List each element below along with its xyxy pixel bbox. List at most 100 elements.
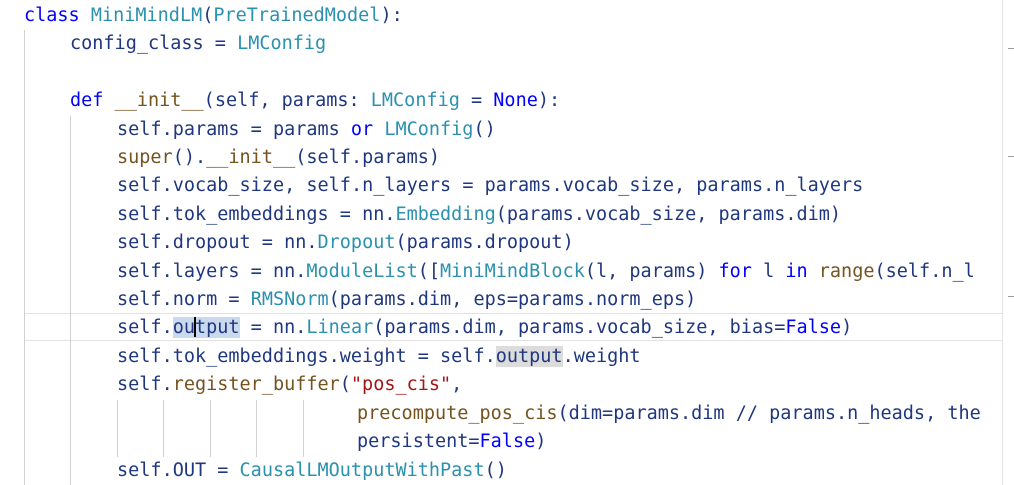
identifier-token: l bbox=[763, 261, 775, 282]
identifier-token: self bbox=[117, 204, 162, 225]
punctuation-token: ( bbox=[328, 289, 340, 310]
punctuation-token: , bbox=[696, 204, 719, 225]
punctuation-token: ) bbox=[841, 317, 853, 338]
punctuation-token: ( bbox=[495, 204, 507, 225]
identifier-token: n_layers bbox=[774, 175, 864, 196]
identifier-token: params bbox=[362, 147, 429, 168]
punctuation-token: = bbox=[206, 460, 240, 481]
identifier-token: n_layers bbox=[362, 175, 452, 196]
code-editor[interactable]: class MiniMindLM(PreTrainedModel): confi… bbox=[0, 0, 1002, 485]
function-name-token: precompute_pos_cis bbox=[357, 403, 558, 424]
punctuation-token: ) bbox=[562, 232, 574, 253]
identifier-token: self bbox=[117, 346, 162, 367]
punctuation-token: . bbox=[763, 175, 775, 196]
identifier-token: tok_embeddings bbox=[172, 204, 329, 225]
punctuation-token: () bbox=[473, 119, 496, 140]
code-line[interactable]: self.layers = nn.ModuleList([MiniMindBlo… bbox=[117, 258, 975, 287]
punctuation-token: , bbox=[607, 261, 630, 282]
punctuation-token: ) bbox=[685, 289, 697, 310]
code-line[interactable]: self.register_buffer("pos_cis", bbox=[117, 371, 462, 400]
keyword-token: False bbox=[785, 317, 842, 338]
punctuation-token: . bbox=[680, 403, 692, 424]
identifier-token: params bbox=[613, 403, 681, 424]
code-line[interactable]: self.params = params or LMConfig() bbox=[117, 116, 496, 145]
punctuation-token bbox=[373, 119, 384, 140]
punctuation-token: . bbox=[384, 204, 396, 225]
identifier-token: params bbox=[518, 289, 585, 310]
identifier-token: params bbox=[506, 204, 574, 225]
punctuation-token: = bbox=[239, 317, 273, 338]
code-line[interactable]: precompute_pos_cis(dim=params.dim // par… bbox=[357, 400, 981, 429]
punctuation-token: ): bbox=[537, 90, 561, 111]
punctuation-token: , bbox=[925, 403, 948, 424]
punctuation-token: ) bbox=[535, 431, 547, 452]
code-line[interactable]: super().__init__(self.params) bbox=[117, 144, 440, 173]
identifier-token: vocab_size bbox=[596, 317, 708, 338]
code-line[interactable]: self.tok_embeddings = nn.Embedding(param… bbox=[117, 201, 841, 230]
identifier-token: params bbox=[406, 232, 474, 253]
identifier-token: vocab_size bbox=[172, 175, 285, 196]
punctuation-token: , bbox=[284, 175, 307, 196]
punctuation-token: . bbox=[306, 232, 318, 253]
identifier-token: params bbox=[484, 175, 552, 196]
punctuation-token: = bbox=[239, 261, 273, 282]
punctuation-token: ( bbox=[373, 317, 385, 338]
punctuation-token: . bbox=[295, 261, 307, 282]
identifier-token: norm_eps bbox=[596, 289, 686, 310]
identifier-token: self bbox=[117, 261, 162, 282]
class-name-token: PreTrainedModel bbox=[213, 5, 381, 26]
identifier-token: params bbox=[629, 261, 697, 282]
code-line[interactable]: self.tok_embeddings.weight = self.output… bbox=[117, 343, 641, 372]
punctuation-token: ( bbox=[874, 261, 886, 282]
keyword-token: def bbox=[70, 90, 104, 111]
code-line[interactable]: self.vocab_size, self.n_layers = params.… bbox=[117, 172, 863, 201]
punctuation-token bbox=[808, 261, 819, 282]
scrollbar-marker bbox=[1008, 48, 1014, 49]
punctuation-token: . bbox=[350, 147, 363, 168]
punctuation-token: ) bbox=[428, 147, 441, 168]
identifier-token: dim bbox=[796, 204, 830, 225]
punctuation-token: = bbox=[217, 289, 251, 310]
punctuation-token: ( bbox=[202, 5, 214, 26]
function-name-token: __init__ bbox=[114, 90, 204, 111]
identifier-token: params bbox=[518, 317, 585, 338]
scrollbar-marker bbox=[1008, 296, 1014, 297]
punctuation-token: . bbox=[584, 317, 596, 338]
punctuation-token: . bbox=[562, 346, 574, 367]
class-name-token: RMSNorm bbox=[250, 289, 329, 310]
punctuation-token: ( bbox=[395, 232, 407, 253]
code-line[interactable]: class MiniMindLM(PreTrainedModel): bbox=[24, 2, 403, 31]
code-line[interactable]: def __init__(self, params: LMConfig = No… bbox=[70, 87, 560, 116]
punctuation-token: // bbox=[724, 403, 770, 424]
code-line[interactable]: self.OUT = CausalLMOutputWithPast() bbox=[117, 457, 507, 485]
keyword-token: for bbox=[718, 261, 752, 282]
vertical-scrollbar[interactable] bbox=[1002, 0, 1014, 485]
code-line[interactable]: config_class = LMConfig bbox=[70, 30, 326, 59]
code-line[interactable]: self.output = nn.Linear(params.dim, para… bbox=[117, 314, 852, 343]
class-name-token: MiniMindLM bbox=[90, 5, 203, 26]
code-line[interactable]: persistent=False) bbox=[357, 428, 546, 457]
punctuation-token: , bbox=[259, 90, 282, 111]
code-line[interactable]: self.norm = RMSNorm(params.dim, eps=para… bbox=[117, 286, 696, 315]
punctuation-token bbox=[80, 5, 91, 26]
code-line[interactable]: self.dropout = nn.Dropout(params.dropout… bbox=[117, 229, 574, 258]
identifier-token: norm bbox=[172, 289, 218, 310]
punctuation-token: = bbox=[250, 232, 285, 253]
punctuation-token: . bbox=[406, 289, 418, 310]
identifier-token: self bbox=[306, 147, 351, 168]
identifier-token: nn bbox=[284, 232, 307, 253]
punctuation-token: , bbox=[673, 175, 697, 196]
punctuation-token: . bbox=[484, 346, 496, 367]
identifier-token: self bbox=[117, 119, 162, 140]
function-name-token: range bbox=[818, 261, 875, 282]
punctuation-token: . bbox=[161, 175, 173, 196]
punctuation-token bbox=[103, 90, 114, 111]
punctuation-token: . bbox=[785, 204, 797, 225]
class-name-token: LMConfig bbox=[384, 119, 474, 140]
punctuation-token: . bbox=[161, 261, 173, 282]
punctuation-token: . bbox=[551, 175, 563, 196]
punctuation-token bbox=[340, 119, 351, 140]
identifier-token: params bbox=[281, 90, 349, 111]
punctuation-token: = bbox=[468, 431, 480, 452]
identifier-token: the bbox=[947, 403, 981, 424]
